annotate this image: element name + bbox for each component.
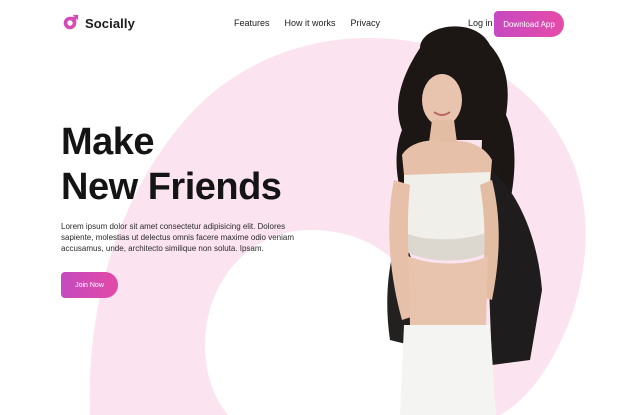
hero-title-line-1: Make bbox=[61, 121, 155, 163]
logo[interactable]: Socially bbox=[61, 14, 135, 32]
nav-links: Features How it works Privacy bbox=[234, 18, 380, 28]
hero-title-line-2: New Friends bbox=[61, 166, 282, 208]
nav-link-privacy[interactable]: Privacy bbox=[351, 18, 381, 28]
hero-title: Make New Friends bbox=[61, 120, 282, 210]
download-app-button[interactable]: Download App bbox=[494, 11, 564, 37]
navbar: Socially Features How it works Privacy L… bbox=[0, 0, 625, 48]
login-link[interactable]: Log in bbox=[468, 18, 493, 28]
hero-description: Lorem ipsum dolor sit amet consectetur a… bbox=[61, 222, 294, 253]
nav-link-how-it-works[interactable]: How it works bbox=[285, 18, 336, 28]
join-now-button[interactable]: Join Now bbox=[61, 272, 118, 298]
hero-photo bbox=[387, 26, 542, 415]
nav-link-features[interactable]: Features bbox=[234, 18, 270, 28]
brand-name: Socially bbox=[85, 15, 135, 31]
socially-logo-icon bbox=[63, 14, 79, 30]
